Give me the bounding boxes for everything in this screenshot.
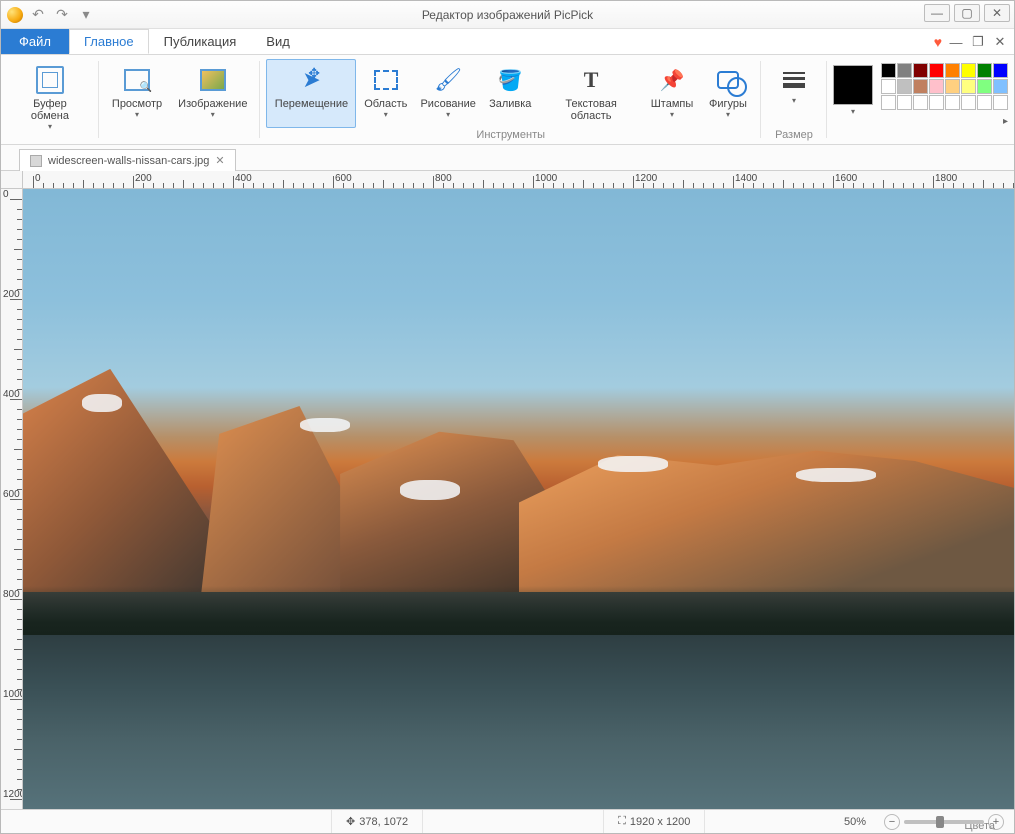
minimize-button[interactable]: — <box>924 4 950 22</box>
linewidth-icon <box>783 72 805 88</box>
cursor-position: ✥ 378, 1072 <box>331 810 423 833</box>
document-tab[interactable]: widescreen-walls-nissan-cars.jpg ✕ <box>19 149 236 171</box>
vertical-ruler[interactable]: 020040060080010001200 <box>1 189 23 809</box>
draw-tool[interactable]: 🖌 Рисование ▾ <box>415 59 481 128</box>
menu-bar: Файл Главное Публикация Вид ♥ — ❐ ✕ <box>1 29 1014 55</box>
swatch[interactable] <box>977 95 992 110</box>
close-window-button[interactable]: ✕ <box>984 4 1010 22</box>
swatch[interactable] <box>929 79 944 94</box>
swatch[interactable] <box>961 63 976 78</box>
qat-redo[interactable]: ↷ <box>53 6 71 24</box>
image-button[interactable]: Изображение ▾ <box>171 59 254 128</box>
stamp-icon: 📌 <box>660 68 685 93</box>
swatch[interactable] <box>897 79 912 94</box>
clipboard-icon <box>36 66 64 94</box>
file-icon <box>30 155 42 167</box>
app-icon <box>7 7 23 23</box>
canvas[interactable] <box>23 189 1014 809</box>
bucket-icon: 🪣 <box>498 68 523 93</box>
image-icon <box>200 69 226 91</box>
swatch[interactable] <box>913 79 928 94</box>
shapes-tool[interactable]: Фигуры ▾ <box>701 59 755 128</box>
tools-group-label: Инструменты <box>476 128 545 142</box>
cursor-move-icon: ➤ <box>302 67 320 93</box>
crosshair-icon: ✥ <box>346 815 355 828</box>
preview-button[interactable]: Просмотр ▾ <box>105 59 169 128</box>
swatch[interactable] <box>897 95 912 110</box>
window-title: Редактор изображений PicPick <box>1 8 1014 22</box>
inner-minimize[interactable]: — <box>948 34 964 50</box>
zoom-level: 50% <box>844 816 866 828</box>
swatch[interactable] <box>913 95 928 110</box>
window-titlebar: ↶ ↷ ▾ Редактор изображений PicPick — ▢ ✕ <box>1 1 1014 29</box>
document-tab-label: widescreen-walls-nissan-cars.jpg <box>48 155 209 167</box>
donate-icon[interactable]: ♥ <box>934 34 942 50</box>
swatch[interactable] <box>913 63 928 78</box>
ruler-corner <box>1 171 23 189</box>
qat-dropdown[interactable]: ▾ <box>77 6 95 24</box>
swatch[interactable] <box>929 63 944 78</box>
swatch[interactable] <box>993 95 1008 110</box>
text-icon: T <box>584 67 599 93</box>
tab-main[interactable]: Главное <box>69 29 149 54</box>
move-tool[interactable]: ➤ Перемещение <box>266 59 356 128</box>
zoom-slider[interactable] <box>904 820 984 824</box>
swatch[interactable] <box>897 63 912 78</box>
size-group-label: Размер <box>775 128 813 142</box>
brush-icon: 🖌 <box>434 67 462 93</box>
zoom-out-button[interactable]: − <box>884 814 900 830</box>
clipboard-button[interactable]: Буфер обмена ▾ <box>7 59 93 136</box>
swatch[interactable] <box>961 95 976 110</box>
close-tab-icon[interactable]: ✕ <box>215 154 224 167</box>
text-tool[interactable]: T Текстовая область <box>539 59 643 128</box>
stroke-size-button[interactable]: ▾ <box>767 59 821 128</box>
inner-close[interactable]: ✕ <box>992 34 1008 50</box>
swatch[interactable] <box>993 63 1008 78</box>
swatch[interactable] <box>881 63 896 78</box>
tab-view[interactable]: Вид <box>251 29 305 54</box>
color-palette[interactable] <box>881 63 1008 110</box>
swatch[interactable] <box>945 63 960 78</box>
swatch[interactable] <box>977 79 992 94</box>
swatch[interactable] <box>881 95 896 110</box>
image-dimensions: ⛶ 1920 x 1200 <box>603 810 705 833</box>
file-menu[interactable]: Файл <box>1 29 69 54</box>
status-bar: ✥ 378, 1072 ⛶ 1920 x 1200 50% − + <box>1 809 1014 833</box>
document-tabs: widescreen-walls-nissan-cars.jpg ✕ <box>1 145 1014 171</box>
qat-undo[interactable]: ↶ <box>29 6 47 24</box>
swatch[interactable] <box>993 79 1008 94</box>
foreground-color[interactable] <box>833 65 873 105</box>
dimensions-icon: ⛶ <box>618 815 626 828</box>
fill-tool[interactable]: 🪣 Заливка <box>483 59 537 128</box>
selection-tool[interactable]: Область ▾ <box>358 59 413 128</box>
swatch[interactable] <box>881 79 896 94</box>
swatch[interactable] <box>945 79 960 94</box>
horizontal-ruler[interactable]: 020040060080010001200140016001800 <box>23 171 1014 189</box>
swatch[interactable] <box>945 95 960 110</box>
selection-icon <box>374 70 398 90</box>
ribbon: Буфер обмена ▾ Просмотр ▾ Изображение ▾ <box>1 55 1014 145</box>
maximize-button[interactable]: ▢ <box>954 4 980 22</box>
swatch[interactable] <box>977 63 992 78</box>
edited-image <box>23 189 1014 809</box>
inner-restore[interactable]: ❐ <box>970 34 986 50</box>
preview-icon <box>124 69 150 91</box>
shapes-icon <box>717 71 739 89</box>
swatch[interactable] <box>961 79 976 94</box>
swatch[interactable] <box>929 95 944 110</box>
stamp-tool[interactable]: 📌 Штампы ▾ <box>645 59 699 128</box>
tab-publish[interactable]: Публикация <box>149 29 252 54</box>
